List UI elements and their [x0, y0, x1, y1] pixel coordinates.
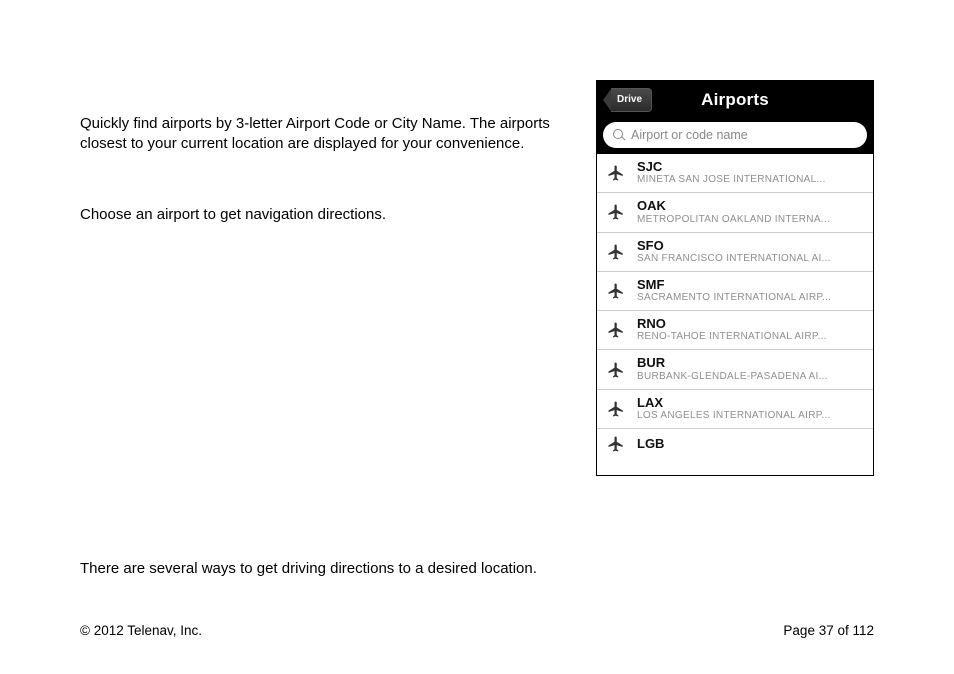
airport-code: RNO [637, 317, 861, 331]
airplane-icon [607, 321, 625, 339]
airplane-icon [607, 164, 625, 182]
page-number: Page 37 of 112 [783, 623, 874, 638]
airport-desc: METROPOLITAN OAKLAND INTERNA... [637, 214, 861, 226]
airport-row[interactable]: RNORENO-TAHOE INTERNATIONAL AIRP... [597, 311, 873, 350]
airport-text: OAKMETROPOLITAN OAKLAND INTERNA... [637, 199, 861, 225]
airport-row[interactable]: OAKMETROPOLITAN OAKLAND INTERNA... [597, 193, 873, 232]
document-page: Quickly find airports by 3-letter Airpor… [0, 0, 954, 674]
airport-code: SJC [637, 160, 861, 174]
paragraph-1: Quickly find airports by 3-letter Airpor… [80, 114, 580, 155]
airport-text: SJCMINETA SAN JOSE INTERNATIONAL... [637, 160, 861, 186]
airport-code: LAX [637, 396, 861, 410]
phone-screenshot: Drive Airports Airport or code name SJCM… [596, 80, 874, 476]
airport-desc: SACRAMENTO INTERNATIONAL AIRP... [637, 292, 861, 304]
airport-code: BUR [637, 356, 861, 370]
airplane-icon [607, 400, 625, 418]
airport-code: SFO [637, 239, 861, 253]
search-input[interactable]: Airport or code name [603, 122, 867, 148]
paragraph-2: Choose an airport to get navigation dire… [80, 205, 580, 225]
airport-code: OAK [637, 199, 861, 213]
airplane-icon [607, 243, 625, 261]
copyright-text: © 2012 Telenav, Inc. [80, 623, 202, 638]
back-arrow-icon [603, 89, 611, 111]
phone-navbar: Drive Airports [597, 81, 873, 119]
airport-row[interactable]: BURBURBANK-GLENDALE-PASADENA AI... [597, 350, 873, 389]
airplane-icon [607, 203, 625, 221]
body-text: Quickly find airports by 3-letter Airpor… [80, 114, 580, 225]
airport-code: LGB [637, 437, 861, 451]
airport-desc: BURBANK-GLENDALE-PASADENA AI... [637, 371, 861, 383]
airport-desc: MINETA SAN JOSE INTERNATIONAL... [637, 174, 861, 186]
airport-text: SMFSACRAMENTO INTERNATIONAL AIRP... [637, 278, 861, 304]
search-icon [613, 129, 625, 141]
airport-row[interactable]: LAXLOS ANGELES INTERNATIONAL AIRP... [597, 390, 873, 429]
airport-row[interactable]: SFOSAN FRANCISCO INTERNATIONAL AI... [597, 233, 873, 272]
airport-text: BURBURBANK-GLENDALE-PASADENA AI... [637, 356, 861, 382]
page-footer: © 2012 Telenav, Inc. Page 37 of 112 [80, 623, 874, 638]
airport-row[interactable]: LGB [597, 429, 873, 459]
airport-row[interactable]: SJCMINETA SAN JOSE INTERNATIONAL... [597, 154, 873, 193]
airport-desc: LOS ANGELES INTERNATIONAL AIRP... [637, 410, 861, 422]
airplane-icon [607, 282, 625, 300]
airport-text: RNORENO-TAHOE INTERNATIONAL AIRP... [637, 317, 861, 343]
airport-text: LGB [637, 437, 861, 451]
search-placeholder: Airport or code name [631, 128, 748, 142]
airport-text: SFOSAN FRANCISCO INTERNATIONAL AI... [637, 239, 861, 265]
back-button[interactable]: Drive [603, 89, 652, 111]
airport-desc: RENO-TAHOE INTERNATIONAL AIRP... [637, 331, 861, 343]
search-bar-row: Airport or code name [597, 119, 873, 154]
airplane-icon [607, 361, 625, 379]
airport-row[interactable]: SMFSACRAMENTO INTERNATIONAL AIRP... [597, 272, 873, 311]
airport-code: SMF [637, 278, 861, 292]
airport-desc: SAN FRANCISCO INTERNATIONAL AI... [637, 253, 861, 265]
airport-list: SJCMINETA SAN JOSE INTERNATIONAL... OAKME… [597, 154, 873, 459]
airport-text: LAXLOS ANGELES INTERNATIONAL AIRP... [637, 396, 861, 422]
screen-title: Airports [701, 90, 769, 110]
paragraph-3: There are several ways to get driving di… [80, 560, 537, 577]
back-button-label: Drive [611, 88, 652, 112]
airplane-icon [607, 435, 625, 453]
